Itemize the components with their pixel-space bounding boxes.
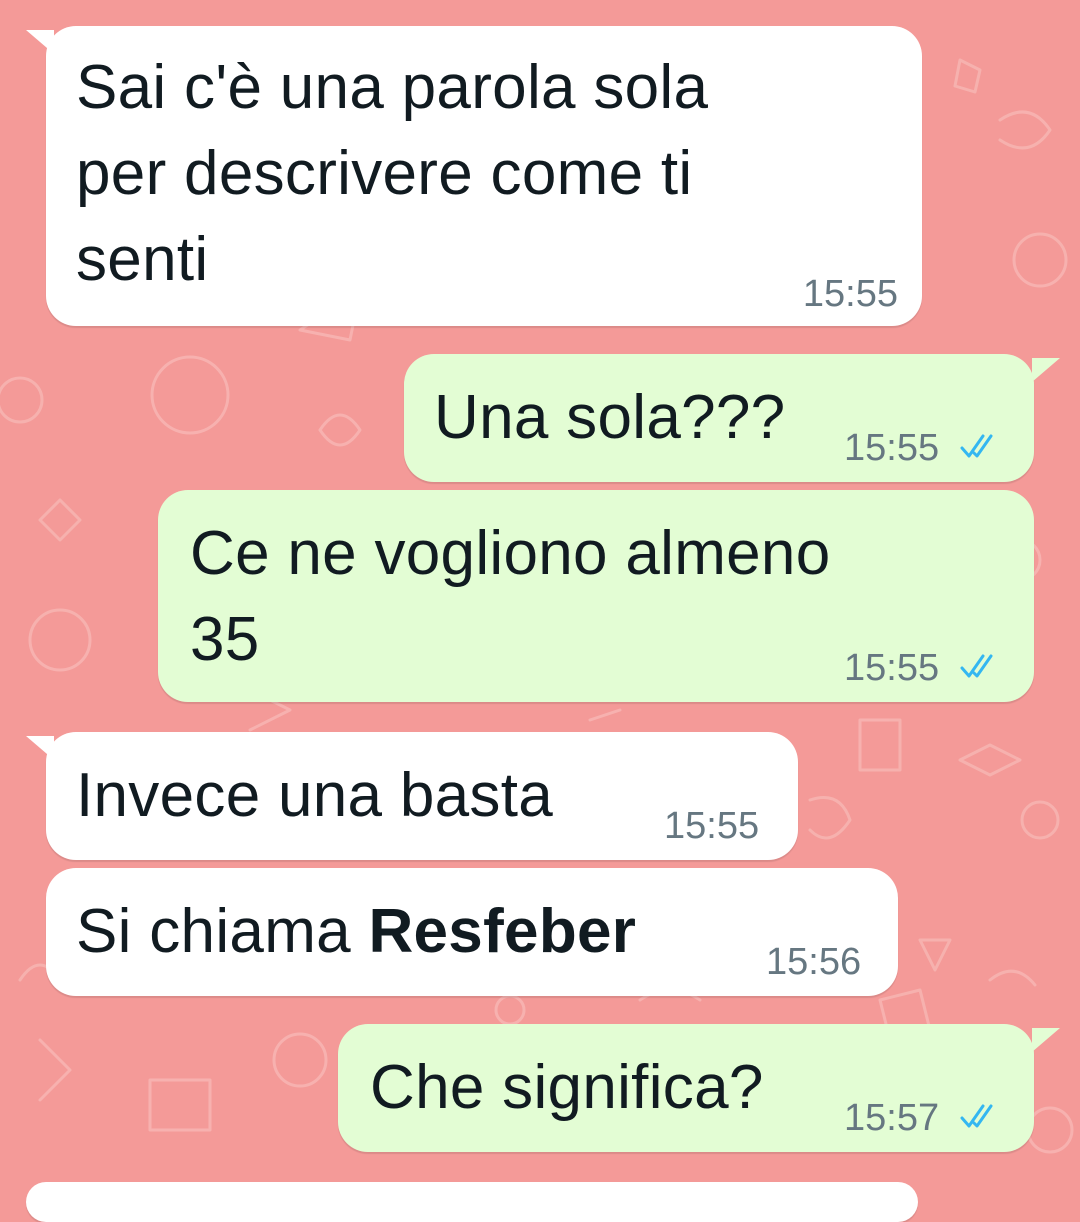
read-double-check-icon — [960, 654, 993, 678]
outgoing-message-bubble[interactable]: Ce ne vogliono almeno 35 15:55 — [158, 490, 1034, 702]
message-text: Una sola??? — [434, 383, 786, 452]
message-text: Invece una basta — [76, 761, 554, 830]
read-double-check-icon — [960, 1104, 993, 1128]
message-text: Si chiama Resfeber — [76, 890, 636, 974]
message-text-line: per descrivere come ti — [76, 139, 693, 208]
message-timestamp: 15:57 — [844, 1097, 940, 1139]
message-text-line: 35 — [190, 605, 260, 674]
message-text-line: Sai c'è una parola sola — [76, 53, 709, 122]
chat-area[interactable]: Sai c'è una parola sola per descrivere c… — [0, 0, 1080, 1222]
read-double-check-icon — [960, 434, 993, 458]
message-text-regular: Si chiama — [76, 897, 369, 966]
outgoing-message-bubble[interactable]: Una sola??? 15:55 — [404, 354, 1034, 482]
outgoing-bubble-tail — [1032, 358, 1060, 382]
outgoing-message-bubble[interactable]: Che significa? 15:57 — [338, 1024, 1034, 1152]
message-timestamp: 15:55 — [844, 647, 940, 689]
outgoing-bubble-tail — [1032, 1028, 1060, 1052]
message-text-bold: Resfeber — [368, 897, 637, 966]
incoming-message-bubble[interactable]: Si chiama Resfeber 15:56 — [46, 868, 898, 996]
message-text-line: Ce ne vogliono almeno — [190, 519, 831, 588]
incoming-message-bubble-partial[interactable] — [26, 1182, 918, 1222]
message-timestamp: 15:56 — [766, 941, 862, 983]
message-text-line: senti — [76, 225, 209, 294]
message-timestamp: 15:55 — [664, 805, 760, 847]
message-text: Che significa? — [370, 1053, 764, 1122]
incoming-message-bubble[interactable]: Sai c'è una parola sola per descrivere c… — [46, 26, 922, 326]
message-timestamp: 15:55 — [802, 273, 898, 315]
message-timestamp: 15:55 — [844, 427, 940, 469]
incoming-message-bubble[interactable]: Invece una basta 15:55 — [46, 732, 798, 860]
